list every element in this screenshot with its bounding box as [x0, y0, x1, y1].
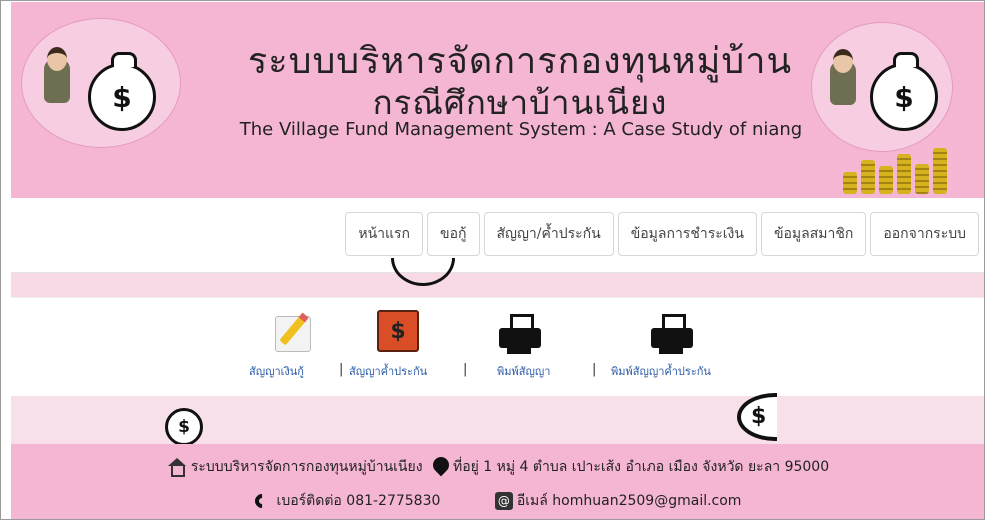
logo-left: $: [21, 18, 181, 148]
money-bag-symbol: $: [112, 80, 132, 114]
money-bag-icon: $: [870, 52, 938, 131]
separator: |: [339, 362, 344, 377]
email-icon: @: [494, 492, 513, 510]
menu-label[interactable]: พิมพ์สัญญาค้ำประกัน: [611, 362, 711, 380]
money-bag-symbol: $: [178, 417, 190, 437]
phone-icon: [255, 492, 273, 510]
money-bag-icon: [387, 258, 457, 288]
main-navbar: หน้าแรก ขอกู้ สัญญา/ค้ำประกัน ข้อมูลการช…: [11, 198, 984, 273]
nav-contract-guarantee[interactable]: สัญญา/ค้ำประกัน: [483, 212, 614, 256]
money-bag-icon: $: [163, 406, 207, 446]
footer-address: ที่อยู่ 1 หมู่ 4 ตำบล เปาะเส้ง อำเภอ เมื…: [453, 459, 830, 475]
nav-home[interactable]: หน้าแรก: [345, 212, 424, 256]
money-bag-icon: $: [737, 393, 777, 443]
nav-payment-info[interactable]: ข้อมูลการชำระเงิน: [617, 212, 757, 256]
location-pin-icon: [433, 457, 449, 477]
page-frame: $ $ ระบบบริหารจัดการกองทุนหมู่บ้าน กรณีศ…: [0, 0, 985, 520]
coins-icon: [823, 136, 953, 194]
edit-icon[interactable]: [275, 312, 311, 352]
footer-site-name: ระบบบริหารจัดการกองทุนหมู่บ้านเนียง: [190, 459, 423, 475]
content-strip: [11, 273, 984, 297]
menu-label[interactable]: พิมพ์สัญญา: [497, 362, 550, 380]
money-bag-symbol: $: [894, 80, 914, 114]
contract-icon[interactable]: $: [377, 310, 419, 352]
site-footer: ระบบบริหารจัดการกองทุนหมู่บ้านเนียง ที่อ…: [11, 444, 984, 519]
money-bag-icon: $: [88, 52, 156, 131]
printer-icon[interactable]: [651, 314, 693, 356]
nav-logout[interactable]: ออกจากระบบ: [870, 212, 979, 256]
footer-phone: เบอร์ติดต่อ 081-2775830: [276, 493, 441, 509]
footer-email: อีเมล์ homhuan2509@gmail.com: [516, 493, 742, 509]
separator: |: [463, 362, 468, 377]
money-bag-symbol: $: [751, 404, 767, 429]
person-icon: [44, 47, 70, 103]
menu-label[interactable]: สัญญาเงินกู้: [249, 362, 304, 380]
site-header: $ $ ระบบบริหารจัดการกองทุนหมู่บ้าน กรณีศ…: [11, 2, 984, 198]
menu-label[interactable]: สัญญาค้ำประกัน: [349, 362, 427, 380]
nav-loan-request[interactable]: ขอกู้: [427, 212, 480, 256]
nav-member-info[interactable]: ข้อมูลสมาชิก: [760, 212, 867, 256]
contract-menu: สัญญาเงินกู้ | $ สัญญาค้ำประกัน | พิมพ์ส…: [249, 306, 749, 388]
separator: |: [592, 362, 597, 377]
home-icon: [167, 458, 187, 477]
content-strip: [11, 396, 984, 444]
printer-icon[interactable]: [499, 314, 541, 356]
page-title-english: The Village Fund Management System : A C…: [239, 119, 803, 140]
contract-icon-symbol: $: [390, 319, 406, 344]
